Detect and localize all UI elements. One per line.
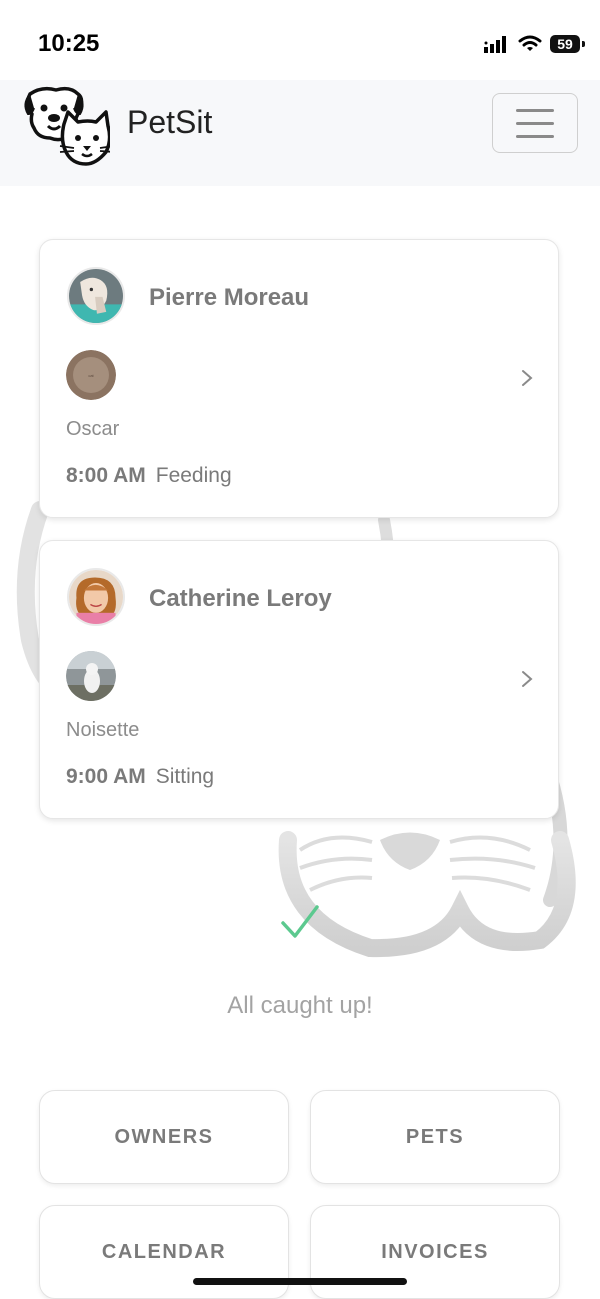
menu-bar: [516, 121, 554, 125]
owner-name: Pierre Moreau: [149, 284, 310, 311]
owner-avatar: [67, 568, 125, 626]
appointment-info: 8:00 AM Feeding: [66, 464, 232, 488]
appointment-time: 9:00 AM: [66, 765, 146, 788]
battery-level: 59: [557, 36, 573, 52]
appointment-time: 8:00 AM: [66, 464, 146, 487]
status-time: 10:25: [38, 30, 100, 57]
chevron-right-icon[interactable]: [520, 368, 534, 388]
status-icons: 59: [484, 32, 585, 56]
chevron-right-icon[interactable]: [520, 669, 534, 689]
checkmark-icon: [281, 905, 319, 938]
pet-avatar: [66, 651, 116, 701]
signal-icon: [484, 36, 506, 53]
status-bar: 10:25 59: [0, 0, 600, 80]
dog-cat-logo-icon[interactable]: [20, 84, 110, 168]
appointment-info: 9:00 AM Sitting: [66, 765, 214, 789]
appointment-type: Sitting: [155, 765, 215, 788]
pet-name: Oscar: [66, 418, 120, 440]
menu-bar: [516, 134, 554, 138]
pet-avatar: cat: [66, 350, 116, 400]
pet-avatar-text: cat: [88, 373, 94, 378]
appointment-type: Feeding: [155, 464, 232, 487]
menu-bar: [516, 108, 554, 112]
battery-icon: 59: [550, 35, 585, 53]
pets-button[interactable]: PETS: [310, 1090, 560, 1184]
wifi-icon: [518, 35, 542, 51]
owners-button[interactable]: OWNERS: [39, 1090, 289, 1184]
hamburger-menu-button[interactable]: [492, 93, 578, 153]
owner-avatar: [67, 267, 125, 325]
home-indicator[interactable]: [193, 1278, 407, 1285]
appointment-card[interactable]: Catherine Leroy Noisette 9:00 AM Sitting: [39, 540, 559, 819]
all-caught-up-message: All caught up!: [227, 992, 373, 1019]
appointment-card[interactable]: Pierre Moreau cat Oscar 8:00 AM Feeding: [39, 239, 559, 518]
owner-name: Catherine Leroy: [149, 585, 332, 612]
pet-name: Noisette: [66, 719, 140, 741]
brand-name[interactable]: PetSit: [127, 104, 212, 141]
navbar: PetSit: [0, 80, 600, 186]
